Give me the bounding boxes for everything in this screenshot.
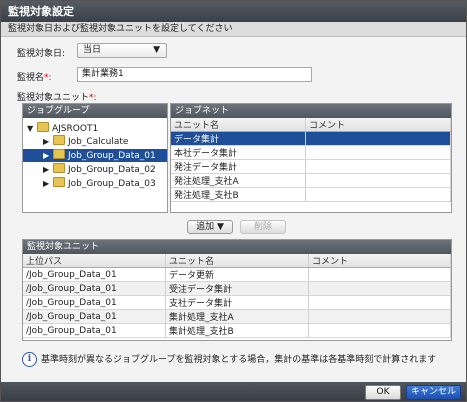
tree-item-label: Job_Group_Data_03 bbox=[68, 179, 156, 189]
cell-comment bbox=[305, 187, 451, 202]
cell-comment bbox=[305, 145, 451, 160]
cell-comment bbox=[305, 159, 451, 174]
collapsed-triangle-icon[interactable]: ▶ bbox=[43, 177, 53, 190]
cell-unit-name: 受注データ集計 bbox=[165, 281, 309, 296]
delete-button[interactable]: 削除 bbox=[240, 220, 286, 234]
add-button[interactable]: 追加 ▼ bbox=[187, 220, 233, 234]
dialog-title: 監視対象設定 bbox=[1, 1, 466, 22]
tree-item-label: Job_Group_Data_02 bbox=[68, 165, 156, 175]
monitored-units-panel-header: 監視対象ユニット bbox=[23, 240, 451, 254]
collapsed-triangle-icon[interactable]: ▶ bbox=[43, 149, 53, 162]
table-row[interactable]: /Job_Group_Data_01 支社データ集計 bbox=[23, 295, 451, 310]
table-row[interactable]: /Job_Group_Data_01 集計処理_支社A bbox=[23, 309, 451, 324]
add-button-label: 追加 bbox=[196, 222, 215, 232]
table-row[interactable]: /Job_Group_Data_01 集計処理_支社B bbox=[23, 323, 451, 338]
date-label: 監視対象日: bbox=[17, 49, 66, 59]
cell-parent-path: /Job_Group_Data_01 bbox=[23, 295, 166, 310]
cell-comment bbox=[308, 281, 451, 296]
cell-comment bbox=[308, 309, 451, 324]
cancel-button[interactable]: キャンセル bbox=[406, 385, 461, 400]
cell-unit-name: 集計処理_支社A bbox=[165, 309, 309, 324]
cell-comment bbox=[308, 323, 451, 338]
info-message: i 基準時刻が異なるジョブグループを監視対象とする場合，集計の基準は各基準時刻で計… bbox=[22, 351, 452, 369]
name-label: 監視名*: bbox=[17, 70, 52, 83]
cell-comment bbox=[305, 173, 451, 188]
cell-parent-path: /Job_Group_Data_01 bbox=[23, 323, 166, 338]
table-row[interactable]: 発注処理_支社A bbox=[171, 173, 451, 188]
table-header-row: 上位パス ユニット名 コメント bbox=[23, 254, 451, 268]
cell-unit-name: データ集計 bbox=[171, 131, 306, 146]
column-header-unit-name[interactable]: ユニット名 bbox=[165, 254, 309, 268]
tree-item-label: Job_Calculate bbox=[68, 137, 129, 147]
cell-unit-name: 本社データ集計 bbox=[171, 145, 306, 160]
info-message-text: 基準時刻が異なるジョブグループを監視対象とする場合，集計の基準は各基準時刻で計算… bbox=[41, 355, 437, 365]
monitored-units-table: 上位パス ユニット名 コメント /Job_Group_Data_01 データ更新 … bbox=[23, 254, 451, 338]
monitored-units-panel: 監視対象ユニット 上位パス ユニット名 コメント /Job_Group_Data… bbox=[22, 239, 452, 341]
tree-item-label: Job_Group_Data_01 bbox=[68, 151, 156, 161]
table-row[interactable]: 発注処理_支社B bbox=[171, 187, 451, 202]
expanded-triangle-icon[interactable]: ▼ bbox=[27, 122, 37, 135]
folder-icon bbox=[37, 122, 49, 132]
cell-unit-name: 発注データ集計 bbox=[171, 159, 306, 174]
cell-parent-path: /Job_Group_Data_01 bbox=[23, 309, 166, 324]
table-row[interactable]: データ集計 bbox=[171, 131, 451, 146]
tree-item-label: AJSROOT1 bbox=[52, 124, 99, 134]
dropdown-arrow-icon: ▼ bbox=[216, 222, 224, 232]
folder-icon bbox=[53, 177, 65, 187]
cell-unit-name: 発注処理_支社A bbox=[171, 173, 306, 188]
dialog-footer: OK キャンセル bbox=[1, 382, 466, 401]
unit-label-text: 監視対象ユニット bbox=[17, 93, 90, 103]
cell-comment bbox=[308, 295, 451, 310]
folder-icon bbox=[53, 135, 65, 145]
column-header-unit-name[interactable]: ユニット名 bbox=[171, 118, 306, 132]
dropdown-arrow-icon: ▼ bbox=[153, 45, 160, 55]
table-row[interactable]: /Job_Group_Data_01 データ更新 bbox=[23, 267, 451, 282]
column-header-comment[interactable]: コメント bbox=[308, 254, 451, 268]
table-row[interactable]: /Job_Group_Data_01 受注データ集計 bbox=[23, 281, 451, 296]
table-row[interactable]: 本社データ集計 bbox=[171, 145, 451, 160]
cell-unit-name: 発注処理_支社B bbox=[171, 187, 306, 202]
cell-parent-path: /Job_Group_Data_01 bbox=[23, 281, 166, 296]
jobnet-table: ユニット名 コメント データ集計 本社データ集計 発注データ集計 発注処理_支社… bbox=[171, 118, 451, 202]
unit-label: 監視対象ユニット*: bbox=[17, 90, 97, 103]
table-row[interactable]: 発注データ集計 bbox=[171, 159, 451, 174]
required-mark: *: bbox=[44, 73, 52, 83]
name-input[interactable]: 集計業務1 bbox=[77, 67, 312, 82]
cell-comment bbox=[308, 267, 451, 282]
collapsed-triangle-icon[interactable]: ▶ bbox=[43, 135, 53, 148]
jobnet-panel-header: ジョブネット bbox=[171, 104, 451, 118]
cell-unit-name: 支社データ集計 bbox=[165, 295, 309, 310]
tree-item-job-group-data-02[interactable]: ▶ Job_Group_Data_02 bbox=[43, 163, 156, 176]
ok-button[interactable]: OK bbox=[365, 385, 401, 400]
cell-unit-name: 集計処理_支社B bbox=[165, 323, 309, 338]
date-select[interactable]: 当日 ▼ bbox=[77, 43, 167, 58]
tree-item-root[interactable]: ▼ AJSROOT1 bbox=[27, 122, 98, 135]
jobgroup-panel: ジョブグループ ▼ AJSROOT1 ▶ Job_Calculate ▶ Job_Gr… bbox=[22, 103, 168, 213]
collapsed-triangle-icon[interactable]: ▶ bbox=[43, 163, 53, 176]
cell-comment bbox=[305, 131, 451, 146]
folder-icon bbox=[53, 149, 65, 159]
column-header-parent-path[interactable]: 上位パス bbox=[23, 254, 166, 268]
jobnet-panel: ジョブネット ユニット名 コメント データ集計 本社データ集計 発注データ集計 … bbox=[170, 103, 452, 213]
cell-parent-path: /Job_Group_Data_01 bbox=[23, 267, 166, 282]
name-label-text: 監視名 bbox=[17, 73, 45, 83]
dialog-description: 監視対象日および監視対象ユニットを設定してください bbox=[1, 22, 466, 37]
dialog: 監視対象設定 監視対象日および監視対象ユニットを設定してください 監視対象日: … bbox=[0, 0, 467, 402]
tree-item-job-group-data-03[interactable]: ▶ Job_Group_Data_03 bbox=[43, 177, 156, 190]
folder-icon bbox=[53, 163, 65, 173]
column-header-comment[interactable]: コメント bbox=[305, 118, 451, 132]
table-header-row: ユニット名 コメント bbox=[171, 118, 451, 132]
cell-unit-name: データ更新 bbox=[165, 267, 309, 282]
tree-item-job-group-data-01[interactable]: ▶ Job_Group_Data_01 bbox=[23, 149, 167, 162]
jobgroup-panel-header: ジョブグループ bbox=[23, 104, 167, 118]
date-select-value: 当日 bbox=[83, 45, 102, 55]
info-icon: i bbox=[22, 352, 37, 367]
tree-item-job-calculate[interactable]: ▶ Job_Calculate bbox=[43, 135, 128, 148]
required-mark: *: bbox=[89, 93, 97, 103]
